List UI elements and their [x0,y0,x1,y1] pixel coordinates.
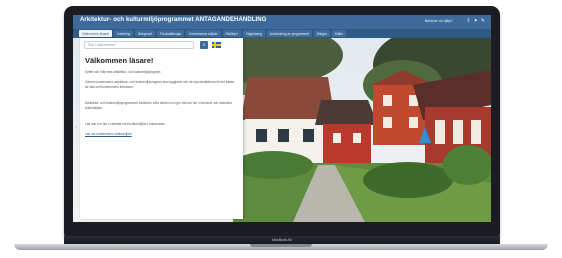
paragraph: Läs mer om hur vi arbetar med kulturmilj… [85,122,166,126]
twitter-icon[interactable]: ✦ [474,18,478,24]
tab-introduction[interactable]: Inledning [114,30,134,37]
tab-sources[interactable]: Källor [331,30,346,37]
paragraph: Genom kommunens arkitektur- och kulturmi… [85,80,234,89]
page-title: Välkommen läsare! [85,56,154,65]
tab-conditions[interactable]: Förutsättningar [156,30,185,37]
tab-appendices[interactable]: Bilagor [313,30,330,37]
content-panel: Sök i dokumentet ⌕ Välkommen läsare! Syf… [80,38,243,219]
tab-environments[interactable]: Kommunens miljöer [186,30,221,37]
paragraph: Arkitektur- och kulturmiljöprogrammet be… [85,101,232,110]
paragraph: Syftet och mål med arkitektur- och kultu… [85,70,161,74]
link-text[interactable]: Läs om kommunens kulturmiljöer [85,132,132,136]
app-title: Arkitektur- och kulturmiljöprogrammet AN… [80,17,267,23]
tab-background[interactable]: Bakgrund [135,30,155,37]
screen: Arkitektur- och kulturmiljöprogrammet AN… [73,15,491,222]
header-icons: ⇪ ✦ ✎ [466,18,485,24]
panel-toggle-icon[interactable]: ‹ [74,122,78,131]
laptop-mockup: Arkitektur- och kulturmiljöprogrammet AN… [0,0,562,258]
search-icon[interactable]: ⌕ [200,41,208,49]
app-header: Arkitektur- och kulturmiljöprogrammet AN… [73,15,491,29]
tab-guidelines[interactable]: Riktlinjer [222,30,241,37]
tab-welcome[interactable]: Välkommen läsare! [79,30,113,37]
laptop-notch [250,244,312,247]
share-icon[interactable]: ⇪ [466,18,470,24]
tab-bar: Välkommen läsare! Inledning Bakgrund För… [73,29,491,38]
laptop-brand-label: MacBook Air [272,238,292,242]
panel-link[interactable]: Läs om kommunens kulturmiljöer [85,132,238,137]
search-input[interactable]: Sök i dokumentet [84,41,194,49]
language-flag-icon[interactable] [212,42,221,48]
tab-guidance[interactable]: Vägledning [242,30,265,37]
help-text[interactable]: Behöver du hjälp? [425,19,453,23]
edit-icon[interactable]: ✎ [481,18,485,24]
tab-usage[interactable]: Användning av programmet [266,30,312,37]
